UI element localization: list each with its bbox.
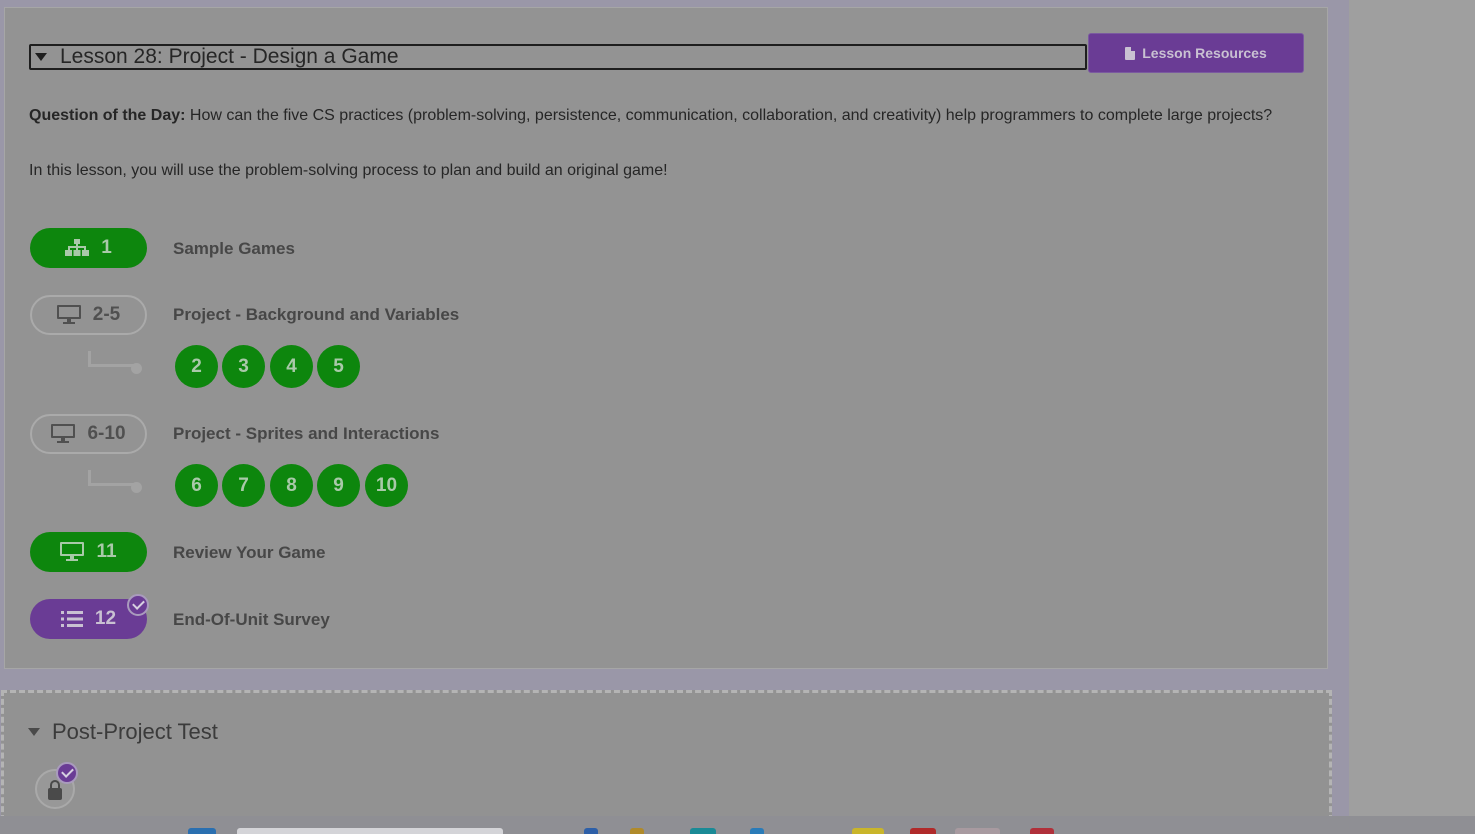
level-number: 6-10 <box>87 423 126 444</box>
document-icon <box>1125 46 1136 60</box>
taskbar-search-box[interactable] <box>237 828 503 834</box>
sublevel-bubble-7[interactable]: 7 <box>222 464 265 507</box>
connector-dot <box>131 363 142 374</box>
level-number: 2-5 <box>92 304 121 325</box>
computer-icon <box>60 542 85 561</box>
right-pane <box>1349 0 1475 834</box>
level-number: 12 <box>94 608 117 629</box>
lesson-resources-label: Lesson Resources <box>1142 45 1267 61</box>
caret-down-icon <box>35 53 47 61</box>
level-label-sample-games[interactable]: Sample Games <box>173 239 295 259</box>
sublevel-connector <box>88 351 134 367</box>
completed-check-icon <box>127 594 149 616</box>
lesson-resources-button[interactable]: Lesson Resources <box>1088 33 1304 73</box>
taskbar-app-icon[interactable] <box>584 828 598 834</box>
taskbar-app-icon[interactable] <box>690 828 716 834</box>
taskbar-app-icon[interactable] <box>1030 828 1054 834</box>
computer-icon <box>56 305 81 324</box>
level-pill-1[interactable]: 1 <box>30 228 147 268</box>
taskbar-app-icon[interactable] <box>630 828 644 834</box>
sublevel-bubble-3[interactable]: 3 <box>222 345 265 388</box>
connector-dot <box>131 482 142 493</box>
question-of-the-day: Question of the Day: How can the five CS… <box>29 105 1289 127</box>
taskbar-app-icon[interactable] <box>910 828 936 834</box>
lesson-header-toggle[interactable]: Lesson 28: Project - Design a Game <box>29 44 1087 70</box>
lesson-intro: In this lesson, you will use the problem… <box>29 162 668 179</box>
level-pill-11[interactable]: 11 <box>30 532 147 572</box>
taskbar-app-icon[interactable] <box>852 828 884 834</box>
list-icon <box>60 611 83 627</box>
sublevel-bubble-2[interactable]: 2 <box>175 345 218 388</box>
level-label-background-variables[interactable]: Project - Background and Variables <box>173 305 459 325</box>
question-label: Question of the Day: <box>29 107 186 124</box>
level-pill-6-10[interactable]: 6-10 <box>30 414 147 454</box>
sublevel-bubble-8[interactable]: 8 <box>270 464 313 507</box>
lesson-title: Lesson 28: Project - Design a Game <box>60 45 399 68</box>
level-number: 11 <box>96 541 117 562</box>
sublevel-bubble-5[interactable]: 5 <box>317 345 360 388</box>
question-text: How can the five CS practices (problem-s… <box>185 107 1273 124</box>
sublevel-bubble-10[interactable]: 10 <box>365 464 408 507</box>
level-label-end-of-unit-survey[interactable]: End-Of-Unit Survey <box>173 610 330 630</box>
sublevel-connector <box>88 470 134 486</box>
sublevel-bubble-6[interactable]: 6 <box>175 464 218 507</box>
level-label-sprites-interactions[interactable]: Project - Sprites and Interactions <box>173 424 439 444</box>
sublevel-bubble-9[interactable]: 9 <box>317 464 360 507</box>
level-pill-2-5[interactable]: 2-5 <box>30 295 147 335</box>
level-number: 1 <box>101 237 112 258</box>
level-label-review-game[interactable]: Review Your Game <box>173 543 325 563</box>
completed-check-icon <box>56 762 78 784</box>
taskbar-app-icon[interactable] <box>188 828 216 834</box>
sublevel-bubble-4[interactable]: 4 <box>270 345 313 388</box>
taskbar-app-icon[interactable] <box>955 828 1000 834</box>
taskbar <box>0 816 1475 834</box>
sitemap-icon <box>65 239 90 256</box>
lesson-card: Lesson 28: Project - Design a Game Lesso… <box>4 7 1328 669</box>
taskbar-app-icon[interactable] <box>750 828 764 834</box>
test-header-toggle[interactable]: Post-Project Test <box>28 719 218 745</box>
computer-icon <box>51 424 76 443</box>
lock-icon-body <box>48 788 62 800</box>
caret-down-icon <box>28 728 40 736</box>
test-title: Post-Project Test <box>52 719 218 744</box>
post-project-test-card: Post-Project Test <box>1 690 1332 830</box>
